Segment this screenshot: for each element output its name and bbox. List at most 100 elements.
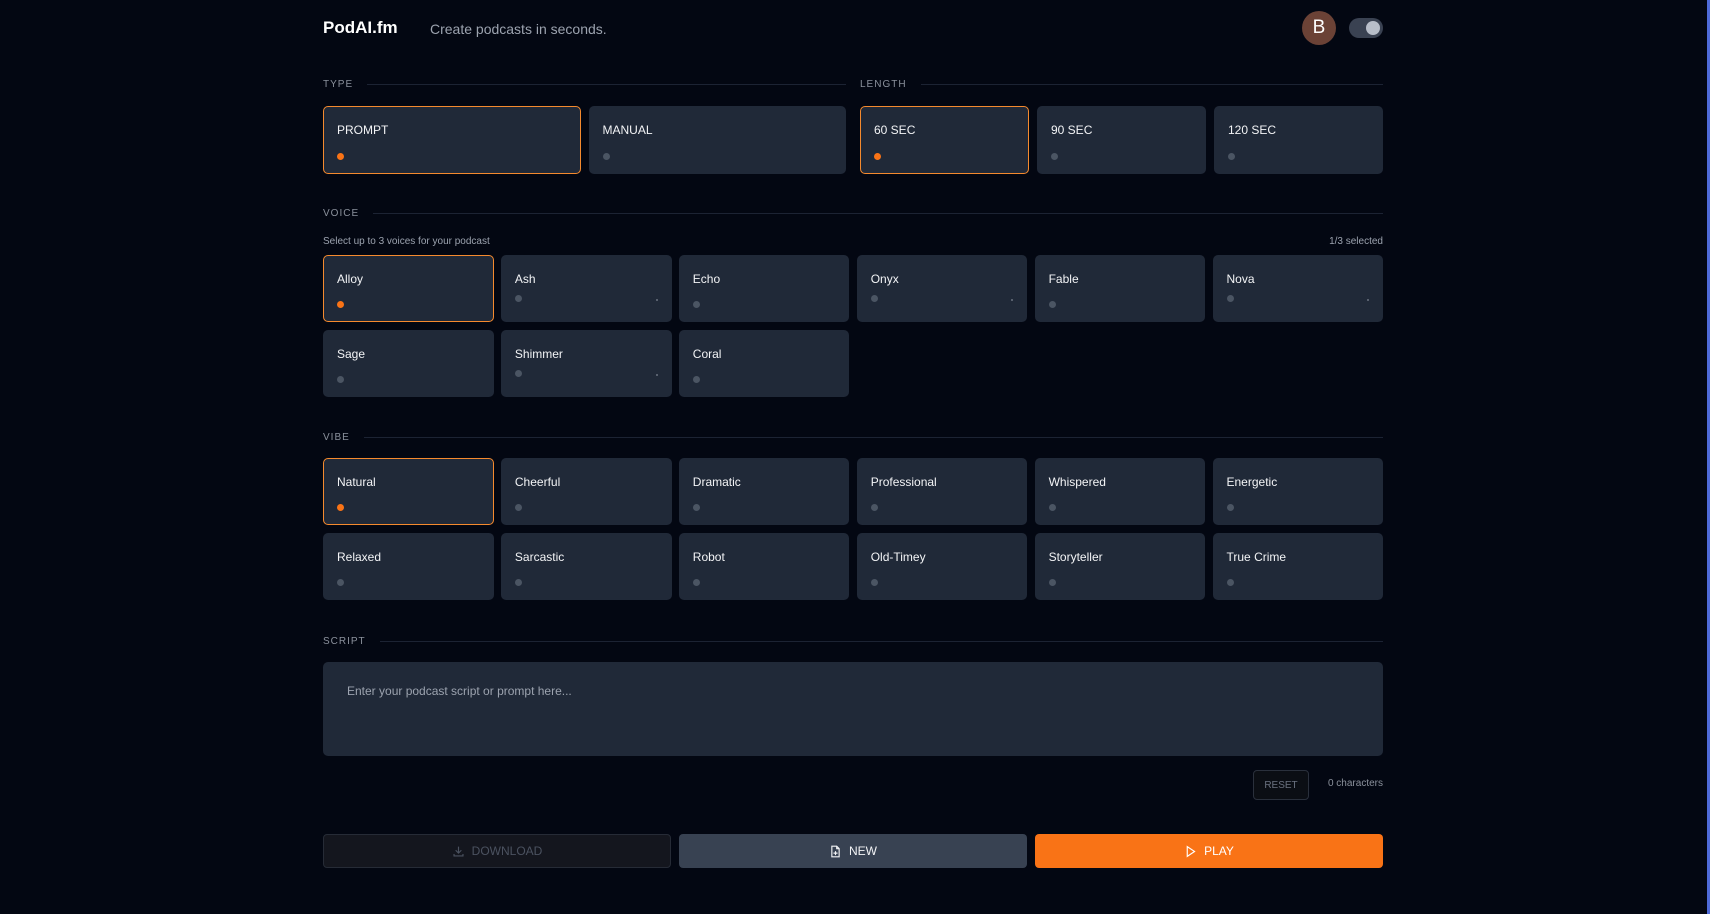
selection-dot-icon (870, 504, 878, 511)
option-label: PROMPT (337, 123, 389, 137)
option-label: Onyx (870, 272, 899, 286)
option-label: MANUAL (602, 123, 653, 137)
vibe-option-relaxed[interactable]: Relaxed (323, 533, 494, 600)
selection-dot-icon (870, 295, 878, 302)
section-label: VOICE (323, 208, 360, 219)
selection-dot-icon (514, 504, 522, 511)
selection-dot-icon (692, 579, 700, 586)
selection-dot-icon (514, 295, 522, 302)
option-label: Nova (1226, 272, 1255, 286)
section-label: VIBE (323, 432, 350, 443)
avatar[interactable]: B (1302, 11, 1336, 45)
voice-option-fable[interactable]: Fable (1034, 255, 1206, 322)
selection-dot-icon (874, 153, 881, 160)
selection-dot-icon (1048, 579, 1056, 586)
vibe-option-true-crime[interactable]: True Crime (1212, 533, 1384, 600)
vibe-option-storyteller[interactable]: Storyteller (1034, 533, 1206, 600)
vibe-option-old-timey[interactable]: Old-Timey (856, 533, 1028, 600)
selection-dot-icon (337, 153, 344, 160)
divider (367, 84, 846, 85)
selection-dot-icon (1228, 153, 1235, 160)
option-label: Whispered (1048, 475, 1106, 489)
vibe-option-energetic[interactable]: Energetic (1212, 458, 1384, 525)
option-label: Sarcastic (514, 550, 565, 564)
option-label: Echo (692, 272, 721, 286)
new-button[interactable]: NEW (679, 834, 1027, 868)
selection-dot-icon (1226, 579, 1234, 586)
option-label: 120 SEC (1228, 123, 1277, 137)
vibe-option-natural[interactable]: Natural (323, 458, 494, 525)
selection-dot-icon (602, 153, 610, 160)
voice-option-coral[interactable]: Coral (678, 330, 850, 397)
selection-dot-icon (1051, 153, 1058, 160)
length-option-1[interactable]: 90 SEC (1037, 106, 1206, 174)
length-option-0[interactable]: 60 SEC (860, 106, 1029, 174)
voice-option-onyx[interactable]: Onyx (856, 255, 1028, 322)
reset-button[interactable]: RESET (1253, 770, 1309, 800)
divider (379, 641, 1383, 642)
option-label: Natural (337, 475, 376, 489)
divider (363, 437, 1383, 438)
logo[interactable]: PodAI.fm (323, 18, 398, 38)
new-label: NEW (849, 844, 877, 858)
voice-option-shimmer[interactable]: Shimmer (500, 330, 672, 397)
header: PodAI.fm Create podcasts in seconds. B (323, 10, 1383, 46)
option-label: Sage (337, 347, 366, 361)
play-icon (1186, 845, 1196, 857)
character-count: 0 characters (1327, 778, 1383, 789)
option-label: Dramatic (692, 475, 741, 489)
vibe-option-cheerful[interactable]: Cheerful (500, 458, 672, 525)
section-vibe-header: VIBE (323, 432, 1383, 443)
play-label: PLAY (1204, 844, 1234, 858)
type-option-manual[interactable]: MANUAL (588, 106, 846, 174)
voice-option-sage[interactable]: Sage (323, 330, 494, 397)
option-label: 90 SEC (1051, 123, 1093, 137)
length-option-2[interactable]: 120 SEC (1214, 106, 1383, 174)
indicator-icon (655, 299, 658, 301)
download-button[interactable]: DOWNLOAD (323, 834, 671, 868)
selection-dot-icon (870, 579, 878, 586)
option-label: Relaxed (337, 550, 382, 564)
section-script-header: SCRIPT (323, 636, 1383, 647)
voice-hint: Select up to 3 voices for your podcast (323, 236, 490, 247)
new-file-icon (831, 845, 840, 857)
selection-dot-icon (1048, 301, 1056, 308)
section-label: TYPE (323, 79, 354, 90)
script-input[interactable] (323, 662, 1383, 756)
option-label: Alloy (337, 272, 364, 286)
vibe-option-sarcastic[interactable]: Sarcastic (500, 533, 672, 600)
option-label: Storyteller (1048, 550, 1103, 564)
option-label: Cheerful (514, 475, 561, 489)
selection-dot-icon (1226, 295, 1234, 302)
tagline: Create podcasts in seconds. (430, 21, 607, 37)
download-label: DOWNLOAD (471, 844, 543, 858)
option-label: Fable (1048, 272, 1079, 286)
voice-option-echo[interactable]: Echo (678, 255, 850, 322)
voice-option-ash[interactable]: Ash (500, 255, 672, 322)
vibe-option-professional[interactable]: Professional (856, 458, 1028, 525)
option-label: Ash (514, 272, 536, 286)
option-label: Old-Timey (870, 550, 926, 564)
selection-dot-icon (337, 579, 344, 586)
download-icon (453, 846, 464, 857)
play-button[interactable]: PLAY (1035, 834, 1383, 868)
type-option-prompt[interactable]: PROMPT (323, 106, 581, 174)
option-label: Shimmer (514, 347, 563, 361)
vibe-option-whispered[interactable]: Whispered (1034, 458, 1206, 525)
vibe-option-dramatic[interactable]: Dramatic (678, 458, 850, 525)
theme-toggle[interactable] (1349, 18, 1383, 38)
selection-dot-icon (337, 376, 344, 383)
section-type-header: TYPE (323, 79, 846, 90)
divider (373, 213, 1383, 214)
voice-count: 1/3 selected (1329, 236, 1383, 247)
indicator-icon (1367, 299, 1370, 301)
voice-option-nova[interactable]: Nova (1212, 255, 1384, 322)
section-voice-header: VOICE (323, 208, 1383, 219)
option-label: Robot (692, 550, 725, 564)
selection-dot-icon (337, 504, 344, 511)
indicator-icon (655, 374, 658, 376)
vibe-option-robot[interactable]: Robot (678, 533, 850, 600)
selection-dot-icon (514, 370, 522, 377)
selection-dot-icon (1048, 504, 1056, 511)
voice-option-alloy[interactable]: Alloy (323, 255, 494, 322)
